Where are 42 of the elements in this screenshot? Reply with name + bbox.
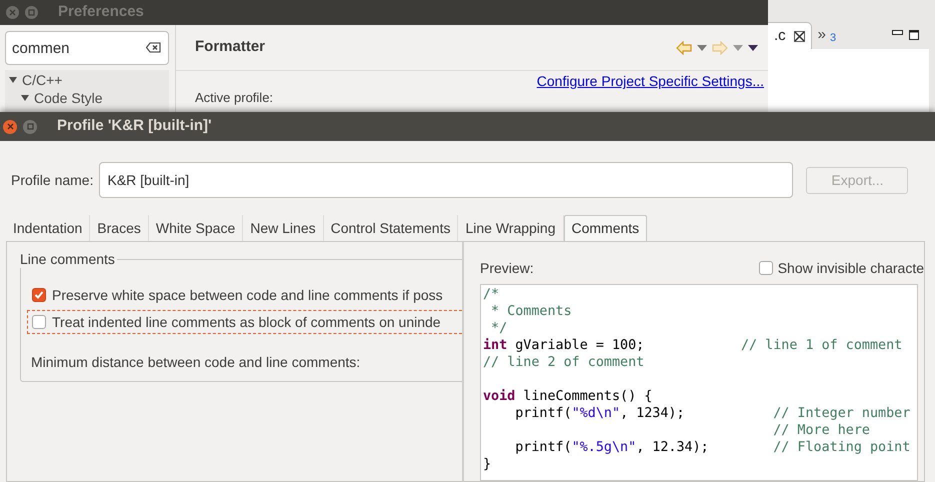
checkbox[interactable] [32,315,46,329]
active-profile-label: Active profile: [195,90,274,105]
back-arrow-icon[interactable] [676,40,692,54]
code-line: * Comments [490,304,572,319]
close-button[interactable] [3,120,17,134]
checkbox[interactable] [32,288,46,302]
show-invisible-label[interactable]: Show invisible characte [778,258,924,278]
code-line: int gVariable = 100; // line 1 of comment [483,338,902,353]
search-field[interactable]: commen [5,31,169,65]
option-label[interactable]: Treat indented line comments as block of comments on uninde [52,312,441,332]
code-line: /* [483,287,500,302]
tree-item[interactable]: C/C++ [22,70,62,90]
collapse-arrow-icon[interactable] [8,75,18,85]
code-line: // More here [772,423,870,438]
code-line: // line 2 of comment [483,355,644,370]
clear-icon[interactable] [146,42,161,53]
tab[interactable]: Comments [564,215,648,241]
page-title: Formatter [195,37,266,58]
code-line: } [483,457,492,472]
close-button[interactable] [6,6,19,19]
project-settings-link[interactable]: Configure Project Specific Settings... [536,73,764,90]
code-line: void lineComments() { [483,389,652,404]
maximize-icon[interactable] [909,30,919,40]
editor-tab[interactable]: .c [768,22,812,49]
minimize-icon[interactable] [892,30,903,36]
editor-tab[interactable]: » $_{3}$ [812,22,842,49]
window-title: Preferences [58,2,144,22]
preview-label: Preview: [480,258,534,278]
code-line: */ [490,321,508,336]
code-line: printf("%.5g\n", 12.34); // Floating point [514,440,910,455]
window-title: Profile 'K&R [built-in]' [57,116,212,136]
collapse-arrow-icon[interactable] [20,93,30,103]
maximize-button[interactable] [23,120,37,134]
code-line: printf("%d\n", 1234); // Integer number [514,406,910,421]
profile-name-label: Profile name: [11,170,94,190]
tree-item[interactable]: Code Style [34,88,102,108]
option-label[interactable]: Preserve white space between code and line comments if poss [52,284,443,306]
min-distance-label: Minimum distance between code and line comments: [31,354,360,370]
profile-name-field[interactable]: K&R [built-in] [99,162,794,198]
maximize-button[interactable] [25,6,38,19]
checkbox[interactable] [758,261,773,275]
close-icon[interactable] [794,30,805,42]
